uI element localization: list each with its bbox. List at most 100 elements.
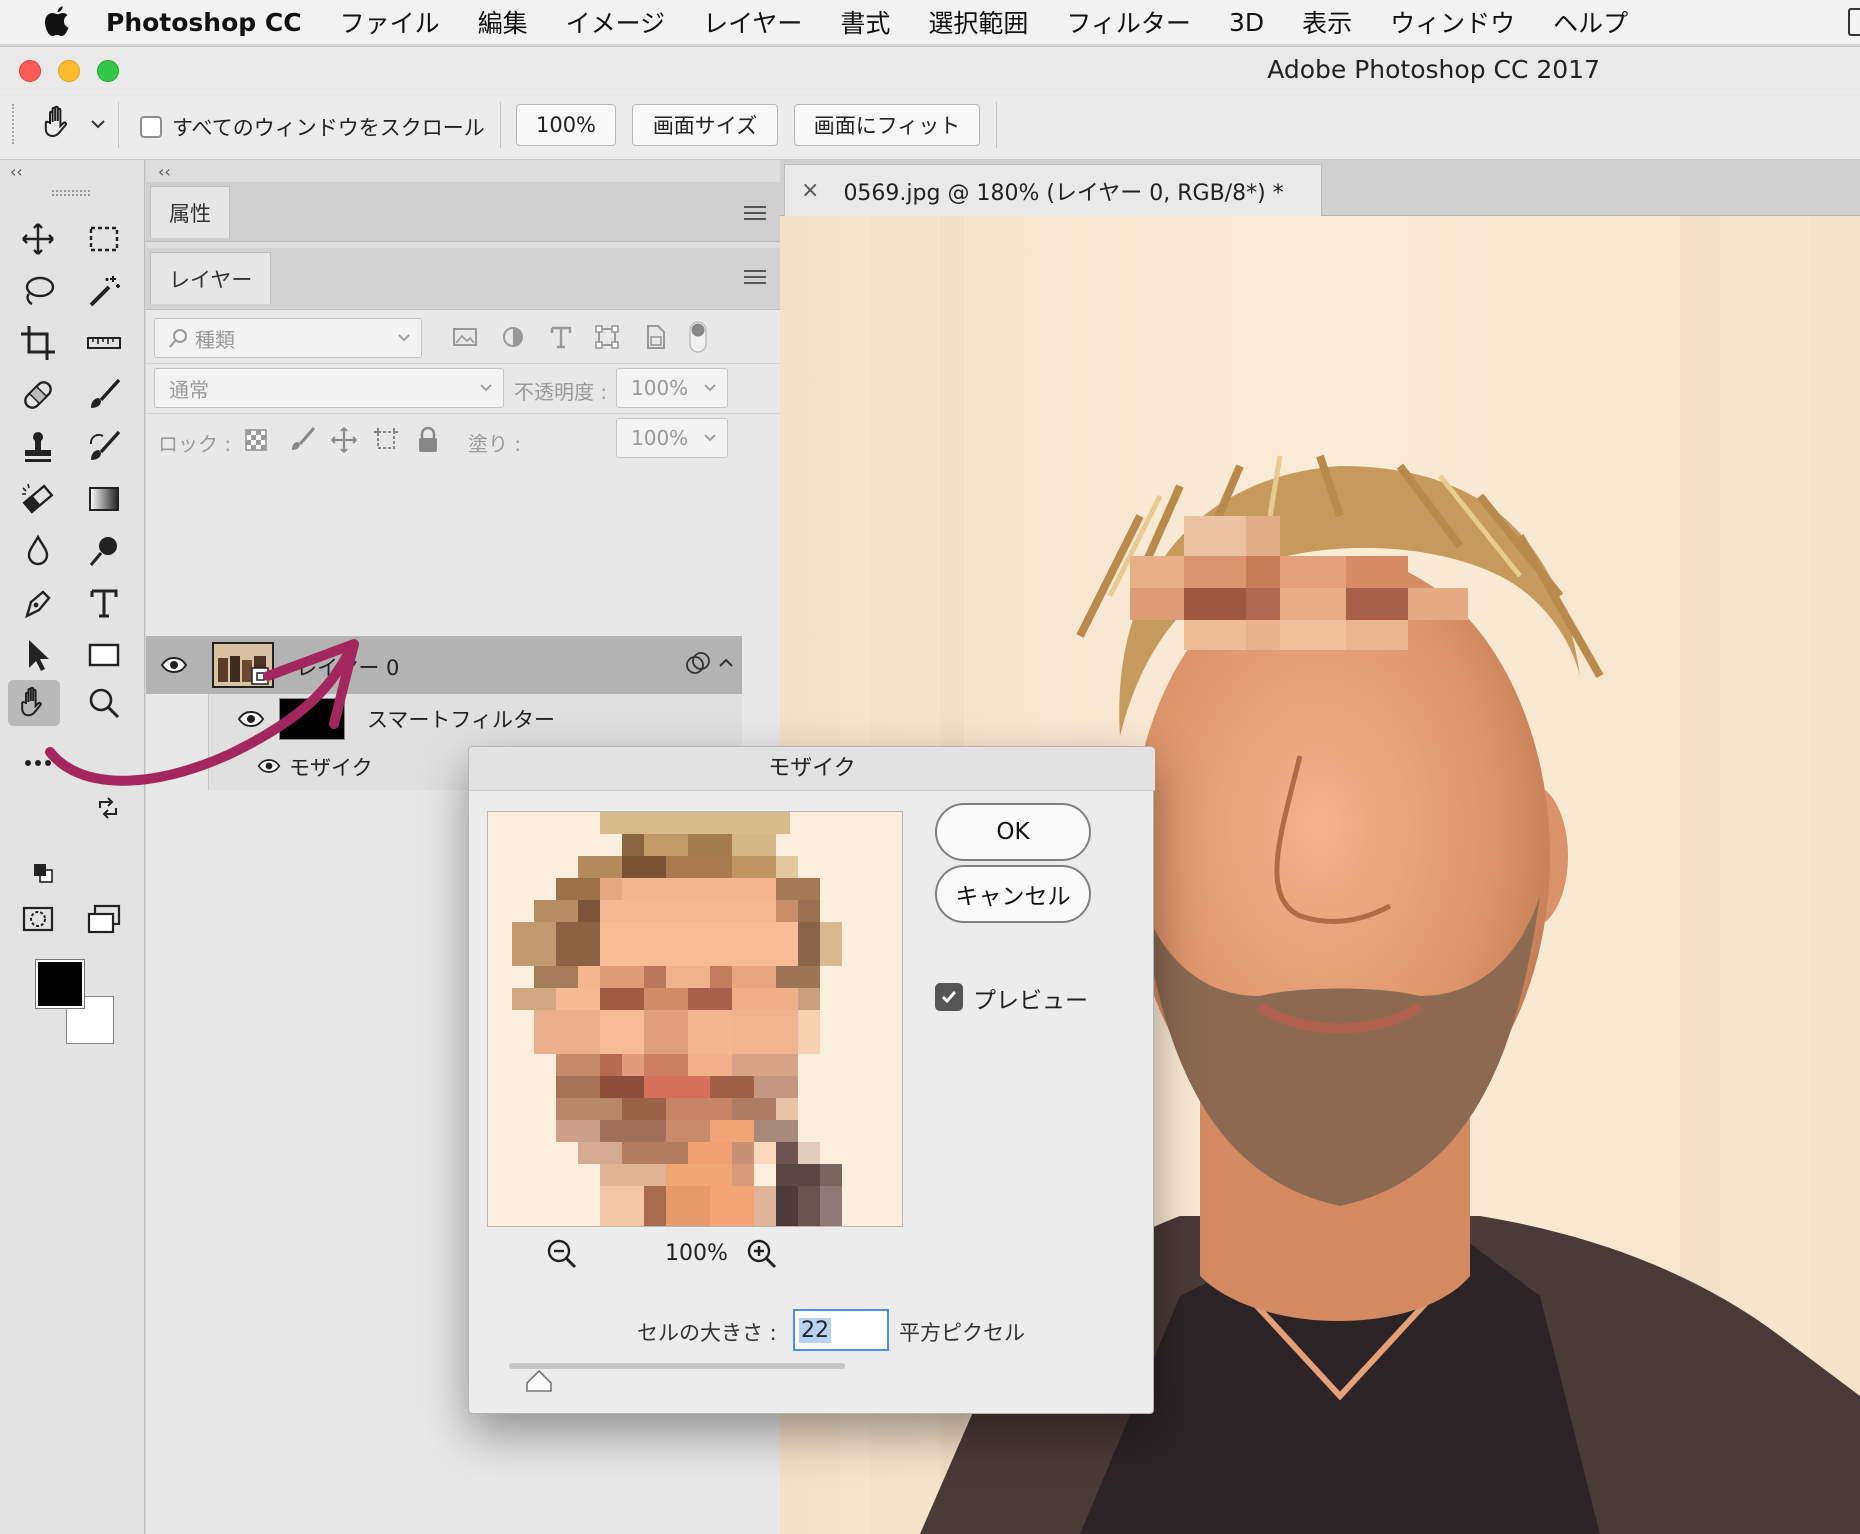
pen-tool[interactable] (12, 580, 64, 626)
cell-size-input[interactable]: 22 (793, 1309, 889, 1351)
screen-mode-button[interactable] (78, 896, 130, 942)
menu-app-name[interactable]: Photoshop CC (106, 8, 302, 37)
zoom-tool[interactable] (78, 680, 130, 726)
ok-button[interactable]: OK (935, 803, 1091, 861)
quick-mask-button[interactable] (12, 896, 64, 942)
menu-image[interactable]: イメージ (566, 4, 666, 40)
lock-position-icon[interactable] (330, 426, 358, 454)
minimize-window-button[interactable] (58, 60, 80, 82)
shape-layer-filter-icon[interactable] (592, 322, 622, 352)
hand-tool-preset-icon[interactable] (40, 104, 76, 144)
crop-tool[interactable] (12, 320, 64, 366)
tools-panel-grip[interactable] (52, 190, 90, 196)
gradient-tool[interactable] (78, 476, 130, 522)
visibility-eye-icon[interactable] (160, 656, 188, 674)
history-brush-tool[interactable] (78, 424, 130, 470)
menu-filter[interactable]: フィルター (1066, 4, 1191, 40)
menu-view[interactable]: 表示 (1302, 4, 1352, 40)
lock-image-pixels-icon[interactable] (288, 426, 316, 454)
panels-collapse-button[interactable]: ‹‹ (158, 162, 171, 181)
default-colors-icon[interactable] (32, 862, 54, 884)
apple-icon[interactable] (42, 5, 72, 39)
visibility-eye-icon[interactable] (257, 758, 281, 774)
magic-wand-tool[interactable] (78, 268, 130, 314)
mosaic-filter-name: モザイク (289, 756, 373, 780)
visibility-eye-icon[interactable] (237, 710, 265, 728)
separator (500, 102, 501, 148)
blur-tool[interactable] (12, 528, 64, 574)
foreground-color-swatch[interactable] (35, 959, 85, 1009)
lasso-tool[interactable] (12, 268, 64, 314)
chevron-down-icon (704, 384, 716, 392)
fit-screen-button[interactable]: 画面サイズ (632, 104, 778, 146)
layer-name[interactable]: レイヤー 0 (296, 652, 399, 682)
tab-properties[interactable]: 属性 (150, 186, 230, 238)
menu-window[interactable]: ウィンドウ (1390, 4, 1515, 40)
lock-all-icon[interactable] (416, 426, 440, 454)
cell-size-slider[interactable] (509, 1363, 845, 1369)
smart-filter-indicator-icon[interactable] (684, 650, 712, 678)
adjustment-layer-filter-icon[interactable] (498, 322, 528, 352)
lock-artboard-icon[interactable] (372, 426, 400, 454)
preview-checkbox[interactable] (935, 983, 963, 1011)
status-menu-icon[interactable] (1848, 8, 1860, 36)
fill-screen-button[interactable]: 画面にフィット (794, 104, 980, 146)
pixel-layer-filter-icon[interactable] (450, 322, 480, 352)
filter-mask-thumbnail[interactable] (279, 698, 345, 740)
menu-3d[interactable]: 3D (1229, 8, 1264, 37)
opacity-field[interactable]: 100% (616, 368, 728, 408)
menu-help[interactable]: ヘルプ (1553, 4, 1628, 40)
smart-object-filter-icon[interactable] (640, 322, 670, 352)
ruler-tool[interactable] (78, 320, 130, 366)
menu-file[interactable]: ファイル (340, 4, 440, 40)
zoom-out-icon[interactable] (545, 1237, 579, 1271)
smart-filters-row[interactable]: スマートフィルター (208, 694, 742, 742)
hand-tool[interactable] (8, 680, 60, 726)
chevron-down-icon[interactable] (90, 118, 106, 130)
dialog-title[interactable]: モザイク (469, 747, 1155, 791)
eraser-tool[interactable] (12, 476, 64, 522)
healing-brush-tool[interactable] (12, 372, 64, 418)
close-window-button[interactable] (19, 60, 41, 82)
path-selection-tool[interactable] (12, 632, 64, 678)
properties-panel-menu-icon[interactable] (744, 206, 766, 220)
dodge-tool[interactable] (78, 528, 130, 574)
blend-mode-select[interactable]: 通常 (154, 368, 504, 408)
cancel-button[interactable]: キャンセル (935, 865, 1091, 923)
layer-thumbnail (212, 642, 274, 688)
layer-row[interactable]: レイヤー 0 (146, 636, 742, 694)
rectangle-tool[interactable] (78, 632, 130, 678)
zoom-window-button[interactable] (97, 60, 119, 82)
layers-panel-menu-icon[interactable] (744, 270, 766, 284)
menu-layer[interactable]: レイヤー (703, 4, 802, 40)
scroll-all-windows-checkbox[interactable] (140, 116, 162, 138)
menu-edit[interactable]: 編集 (478, 4, 528, 40)
fill-field[interactable]: 100% (616, 418, 728, 458)
swap-colors-icon[interactable] (96, 796, 120, 820)
chevron-up-icon[interactable] (718, 656, 734, 670)
zoom-100-button[interactable]: 100% (516, 104, 616, 146)
tab-layers[interactable]: レイヤー (150, 252, 272, 304)
more-tools-button[interactable] (12, 740, 64, 786)
layer-kind-filter[interactable]: 種類 (154, 318, 422, 358)
options-bar-grip[interactable] (12, 104, 15, 144)
marquee-tool[interactable] (78, 216, 130, 262)
close-document-icon[interactable]: × (801, 178, 819, 203)
move-tool[interactable] (12, 216, 64, 262)
type-layer-filter-icon[interactable] (546, 322, 576, 352)
menu-select[interactable]: 選択範囲 (928, 4, 1028, 40)
tools-collapse-button[interactable]: ‹‹ (10, 162, 23, 181)
lock-transparent-pixels-icon[interactable] (244, 428, 268, 452)
fill-value: 100% (631, 426, 689, 450)
zoom-in-icon[interactable] (745, 1237, 779, 1271)
menu-type[interactable]: 書式 (840, 4, 890, 40)
type-tool[interactable] (78, 580, 130, 626)
cell-size-value: 22 (799, 1317, 831, 1343)
document-tab[interactable]: × 0569.jpg @ 180% (レイヤー 0, RGB/8*) * (784, 164, 1322, 216)
mosaic-dialog: モザイク OK キャンセル プレビュー 100% セルの大きさ: 22 平方ピ… (468, 746, 1155, 1414)
filter-preview[interactable] (487, 811, 903, 1227)
slider-thumb-icon[interactable] (525, 1369, 553, 1393)
brush-tool[interactable] (78, 372, 130, 418)
clone-stamp-tool[interactable] (12, 424, 64, 470)
filter-toggle-icon[interactable] (686, 318, 710, 356)
